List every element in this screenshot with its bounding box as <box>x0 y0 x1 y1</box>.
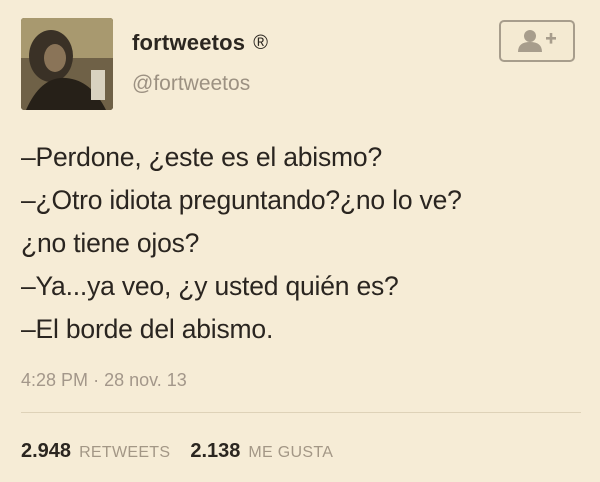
retweets-label[interactable]: RETWEETS <box>79 444 170 462</box>
likes-count[interactable]: 2.138 <box>190 440 240 463</box>
tweet-timestamp[interactable]: 4:28 PM · 28 nov. 13 <box>21 370 187 391</box>
tweet-line: –El borde del abismo. <box>21 314 274 344</box>
likes-label[interactable]: ME GUSTA <box>248 444 333 462</box>
tweet-time: 4:28 PM <box>21 370 89 390</box>
tweet-text: –Perdone, ¿este es el abismo? –¿Otro idi… <box>21 136 586 351</box>
tweet-line: –Ya...ya veo, ¿y usted quién es? <box>21 271 399 301</box>
tweet-line: –Perdone, ¿este es el abismo? <box>21 142 382 172</box>
add-user-icon <box>518 30 556 52</box>
follow-button[interactable] <box>499 20 575 62</box>
tweet-card: fortweetos ® @fortweetos –Perdone, ¿este… <box>0 0 600 482</box>
registered-mark: ® <box>253 31 268 54</box>
tweet-stats: 2.948 RETWEETS 2.138 ME GUSTA <box>21 440 333 463</box>
tweet-date: 28 nov. 13 <box>104 370 187 390</box>
avatar[interactable] <box>21 18 113 110</box>
divider <box>21 412 581 413</box>
avatar-image <box>21 18 113 110</box>
author-name-row: fortweetos ® <box>132 30 268 56</box>
timestamp-separator: · <box>93 370 100 390</box>
retweets-count[interactable]: 2.948 <box>21 440 71 463</box>
display-name[interactable]: fortweetos <box>132 30 245 56</box>
tweet-line: ¿no tiene ojos? <box>21 228 200 258</box>
user-handle[interactable]: @fortweetos <box>132 72 250 96</box>
tweet-line: –¿Otro idiota preguntando?¿no lo ve? <box>21 185 462 215</box>
